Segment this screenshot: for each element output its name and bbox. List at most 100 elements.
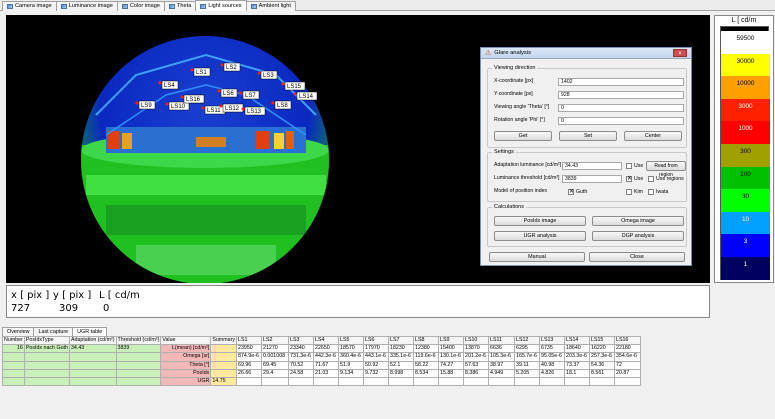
luminance-scale: L [ cd/m 59500 30000 10000 3000 1000 300 100 30… bbox=[714, 15, 774, 283]
scale-tick-label: 30 bbox=[741, 193, 750, 201]
table-cell: 5.205 bbox=[514, 368, 540, 378]
iwata-checkbox[interactable]: Iwata bbox=[648, 189, 668, 195]
omega-image-button[interactable]: Omega image bbox=[592, 216, 684, 226]
tab-ambient-light[interactable]: Ambient light bbox=[245, 1, 296, 11]
dgp-analysis-button[interactable]: DGP analysis bbox=[592, 231, 684, 241]
close-icon[interactable]: × bbox=[673, 49, 687, 57]
row-label: L(mean) [cd/m²] bbox=[160, 344, 212, 354]
checkbox-label: Use bbox=[634, 163, 644, 169]
svg-text:LS12: LS12 bbox=[225, 106, 240, 112]
column-header: LS15 bbox=[589, 335, 615, 346]
table-cell: 130.1e-6 bbox=[438, 352, 464, 362]
image-icon bbox=[169, 4, 176, 9]
ugr-analysis-button[interactable]: UGR analysis bbox=[494, 231, 586, 241]
table-cell bbox=[23, 368, 70, 378]
use-regions-checkbox[interactable]: Use regions bbox=[648, 176, 684, 182]
svg-text:LS13: LS13 bbox=[247, 109, 262, 115]
row-label: PosIdx bbox=[160, 368, 212, 378]
column-header: LS13 bbox=[539, 335, 565, 346]
tab-label: Light sources bbox=[208, 2, 242, 9]
group-label: Viewing direction bbox=[492, 65, 538, 71]
table-cell bbox=[288, 376, 314, 387]
light-source-label: LS14 bbox=[293, 91, 318, 101]
tab-ugr-table[interactable]: UGR table bbox=[72, 327, 108, 336]
svg-text:LS9: LS9 bbox=[141, 103, 152, 109]
dialog-titlebar[interactable]: ⚠ Glare analysis × bbox=[481, 48, 691, 59]
table-cell: 8.386 bbox=[463, 368, 489, 378]
table-row: UGR 14.75 bbox=[2, 376, 641, 387]
checkbox-label: Use regions bbox=[656, 176, 684, 182]
guth-checkbox[interactable]: ✕ Guth bbox=[568, 189, 587, 195]
table-cell: 119.6e-6 bbox=[413, 352, 439, 362]
tab-light-sources[interactable]: Light sources bbox=[195, 0, 247, 11]
l-value: 0 bbox=[103, 303, 110, 314]
kim-checkbox[interactable]: Kim bbox=[626, 189, 643, 195]
light-source-label: LS15 bbox=[281, 81, 306, 91]
l-label: L [ cd/m bbox=[99, 290, 140, 301]
table-cell bbox=[614, 376, 641, 387]
table-cell: 360.4e-6 bbox=[338, 352, 364, 362]
x-coordinate-field[interactable]: 1402 bbox=[558, 78, 684, 86]
bottom-tab-bar: Overview Last capture UGR table bbox=[0, 327, 775, 336]
tab-color-image[interactable]: Color image bbox=[116, 1, 166, 11]
scale-tick-label: 1000 bbox=[738, 125, 753, 133]
x-label: x [ pix ] bbox=[11, 290, 50, 301]
y-coordinate-field[interactable]: 928 bbox=[558, 91, 684, 99]
tab-overview[interactable]: Overview bbox=[2, 327, 35, 336]
table-cell: 354.6e-6 bbox=[614, 352, 641, 362]
table-cell bbox=[115, 360, 162, 370]
table-cell: 18640 bbox=[564, 344, 590, 354]
center-button[interactable]: Center bbox=[624, 131, 682, 141]
threshold-field[interactable]: 3839 bbox=[562, 175, 622, 183]
svg-text:LS10: LS10 bbox=[171, 104, 186, 110]
table-cell: 52.1 bbox=[388, 360, 414, 370]
adaptation-field[interactable]: 34.43 bbox=[562, 162, 622, 170]
image-icon bbox=[60, 4, 67, 9]
table-cell: 18230 bbox=[388, 344, 414, 354]
table-cell: 874.9e-6 bbox=[236, 352, 262, 362]
summary-cell bbox=[210, 352, 237, 362]
table-cell bbox=[23, 376, 70, 387]
svg-text:LS2: LS2 bbox=[226, 65, 237, 71]
svg-text:LS15: LS15 bbox=[287, 84, 302, 90]
use-threshold-checkbox[interactable]: ✕ Use bbox=[626, 176, 643, 182]
theta-field[interactable]: 0 bbox=[558, 104, 684, 112]
table-cell bbox=[23, 352, 70, 362]
table-cell bbox=[539, 376, 565, 387]
set-button[interactable]: Set bbox=[559, 131, 617, 141]
table-cell bbox=[236, 376, 262, 387]
tab-luminance-image[interactable]: Luminance image bbox=[55, 1, 118, 11]
phi-field[interactable]: 0 bbox=[558, 117, 684, 125]
tab-last-capture[interactable]: Last capture bbox=[33, 327, 74, 336]
threshold-label: Luminance threshold [cd/m²] bbox=[494, 175, 560, 181]
tab-theta[interactable]: Theta bbox=[164, 1, 197, 11]
use-adaptation-checkbox[interactable]: Use bbox=[626, 163, 643, 169]
read-from-region-button[interactable]: Read from region bbox=[646, 161, 686, 178]
manual-button[interactable]: Manual bbox=[489, 252, 585, 262]
column-header: LS2 bbox=[261, 335, 289, 346]
tab-camera-image[interactable]: Camera image bbox=[2, 1, 57, 11]
y-value: 309 bbox=[59, 303, 79, 314]
table-cell bbox=[115, 376, 162, 387]
column-header: LS10 bbox=[463, 335, 489, 346]
row-label: Omega [sr] bbox=[160, 352, 212, 362]
table-cell: 72 bbox=[614, 360, 641, 370]
table-cell: 335.1e-6 bbox=[388, 352, 414, 362]
scale-title: L [ cd/m bbox=[731, 17, 757, 24]
table-cell: 16 bbox=[2, 344, 25, 354]
light-source-label: LS13 bbox=[241, 106, 266, 116]
model-label: Model of position index bbox=[494, 188, 548, 194]
summary-cell bbox=[210, 344, 237, 354]
column-header: Number bbox=[2, 335, 25, 346]
table-row: PosIdx 26.66 29.4 24.58 21.03 9.134 9.732 8.998… bbox=[2, 368, 641, 378]
image-viewer[interactable]: LS1LS2LS3LS4LS5LS6LS7LS8LS9LS10LS11LS12L… bbox=[6, 15, 710, 283]
scale-tick-label: 100 bbox=[740, 170, 751, 178]
tab-label: Camera image bbox=[15, 3, 52, 9]
get-button[interactable]: Get bbox=[494, 131, 552, 141]
table-cell: 70.52 bbox=[288, 360, 314, 370]
posidx-image-button[interactable]: PosIdx image bbox=[494, 216, 586, 226]
tab-label: Luminance image bbox=[68, 3, 113, 9]
close-button[interactable]: Close bbox=[589, 252, 685, 262]
scale-tick-label: 59500 bbox=[736, 35, 755, 42]
column-header: LS8 bbox=[413, 335, 439, 346]
